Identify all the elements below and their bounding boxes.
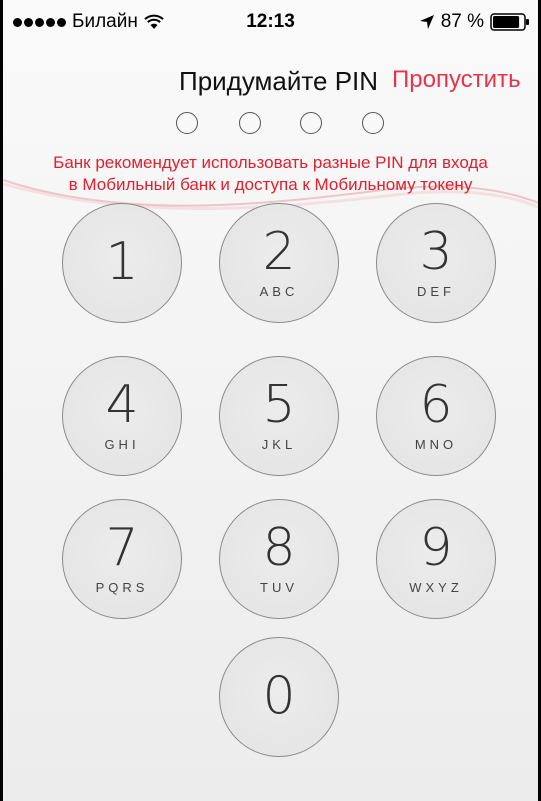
location-arrow-icon xyxy=(419,15,434,29)
skip-button[interactable]: Пропустить xyxy=(392,66,521,94)
key-digit: 2 xyxy=(262,222,296,282)
key-letters: MNO xyxy=(414,437,458,452)
status-bar: Билайн 12:13 87 % xyxy=(3,0,538,40)
key-5[interactable]: 5 JKL xyxy=(219,356,339,476)
key-letters: JKL xyxy=(261,437,297,452)
key-7[interactable]: 7 PQRS xyxy=(62,499,182,619)
pin-hint-line-2: в Мобильный банк и доступа к Мобильному … xyxy=(68,175,473,194)
battery-icon xyxy=(490,13,529,31)
pin-dot xyxy=(176,112,198,134)
key-digit: 4 xyxy=(105,375,139,435)
key-9[interactable]: 9 WXYZ xyxy=(376,499,496,619)
key-0[interactable]: 0 xyxy=(219,637,339,757)
key-letters: WXYZ xyxy=(409,580,463,595)
key-letters: TUV xyxy=(260,580,298,595)
pin-dot xyxy=(239,112,261,134)
key-digit: 9 xyxy=(419,518,453,578)
pin-indicator xyxy=(3,112,538,138)
pin-dot xyxy=(300,112,322,134)
key-3[interactable]: 3 DEF xyxy=(376,203,496,323)
key-2[interactable]: 2 ABC xyxy=(219,203,339,323)
key-letters: ABC xyxy=(259,284,299,299)
battery-percent: 87 % xyxy=(440,11,484,32)
key-letters: DEF xyxy=(417,284,455,299)
key-digit: 7 xyxy=(105,518,139,578)
key-digit: 5 xyxy=(262,375,296,435)
pin-hint-line-1: Банк рекомендует использовать разные PIN… xyxy=(53,153,488,172)
pin-dot xyxy=(362,112,384,134)
key-digit: 8 xyxy=(262,518,296,578)
pin-hint: Банк рекомендует использовать разные PIN… xyxy=(3,152,538,196)
key-digit: 1 xyxy=(105,232,139,292)
key-letters: PQRS xyxy=(95,580,149,595)
key-4[interactable]: 4 GHI xyxy=(62,356,182,476)
page-title: Придумайте PIN xyxy=(179,66,379,96)
key-digit: 6 xyxy=(419,375,453,435)
key-6[interactable]: 6 MNO xyxy=(376,356,496,476)
key-letters: GHI xyxy=(104,437,140,452)
key-digit: 3 xyxy=(419,222,453,282)
key-8[interactable]: 8 TUV xyxy=(219,499,339,619)
pin-setup-screen: Билайн 12:13 87 % Придумайте PIN Пропуст… xyxy=(0,0,541,801)
header: Придумайте PIN Пропустить xyxy=(3,62,538,102)
key-digit: 0 xyxy=(262,666,296,726)
key-1[interactable]: 1 xyxy=(62,203,182,323)
